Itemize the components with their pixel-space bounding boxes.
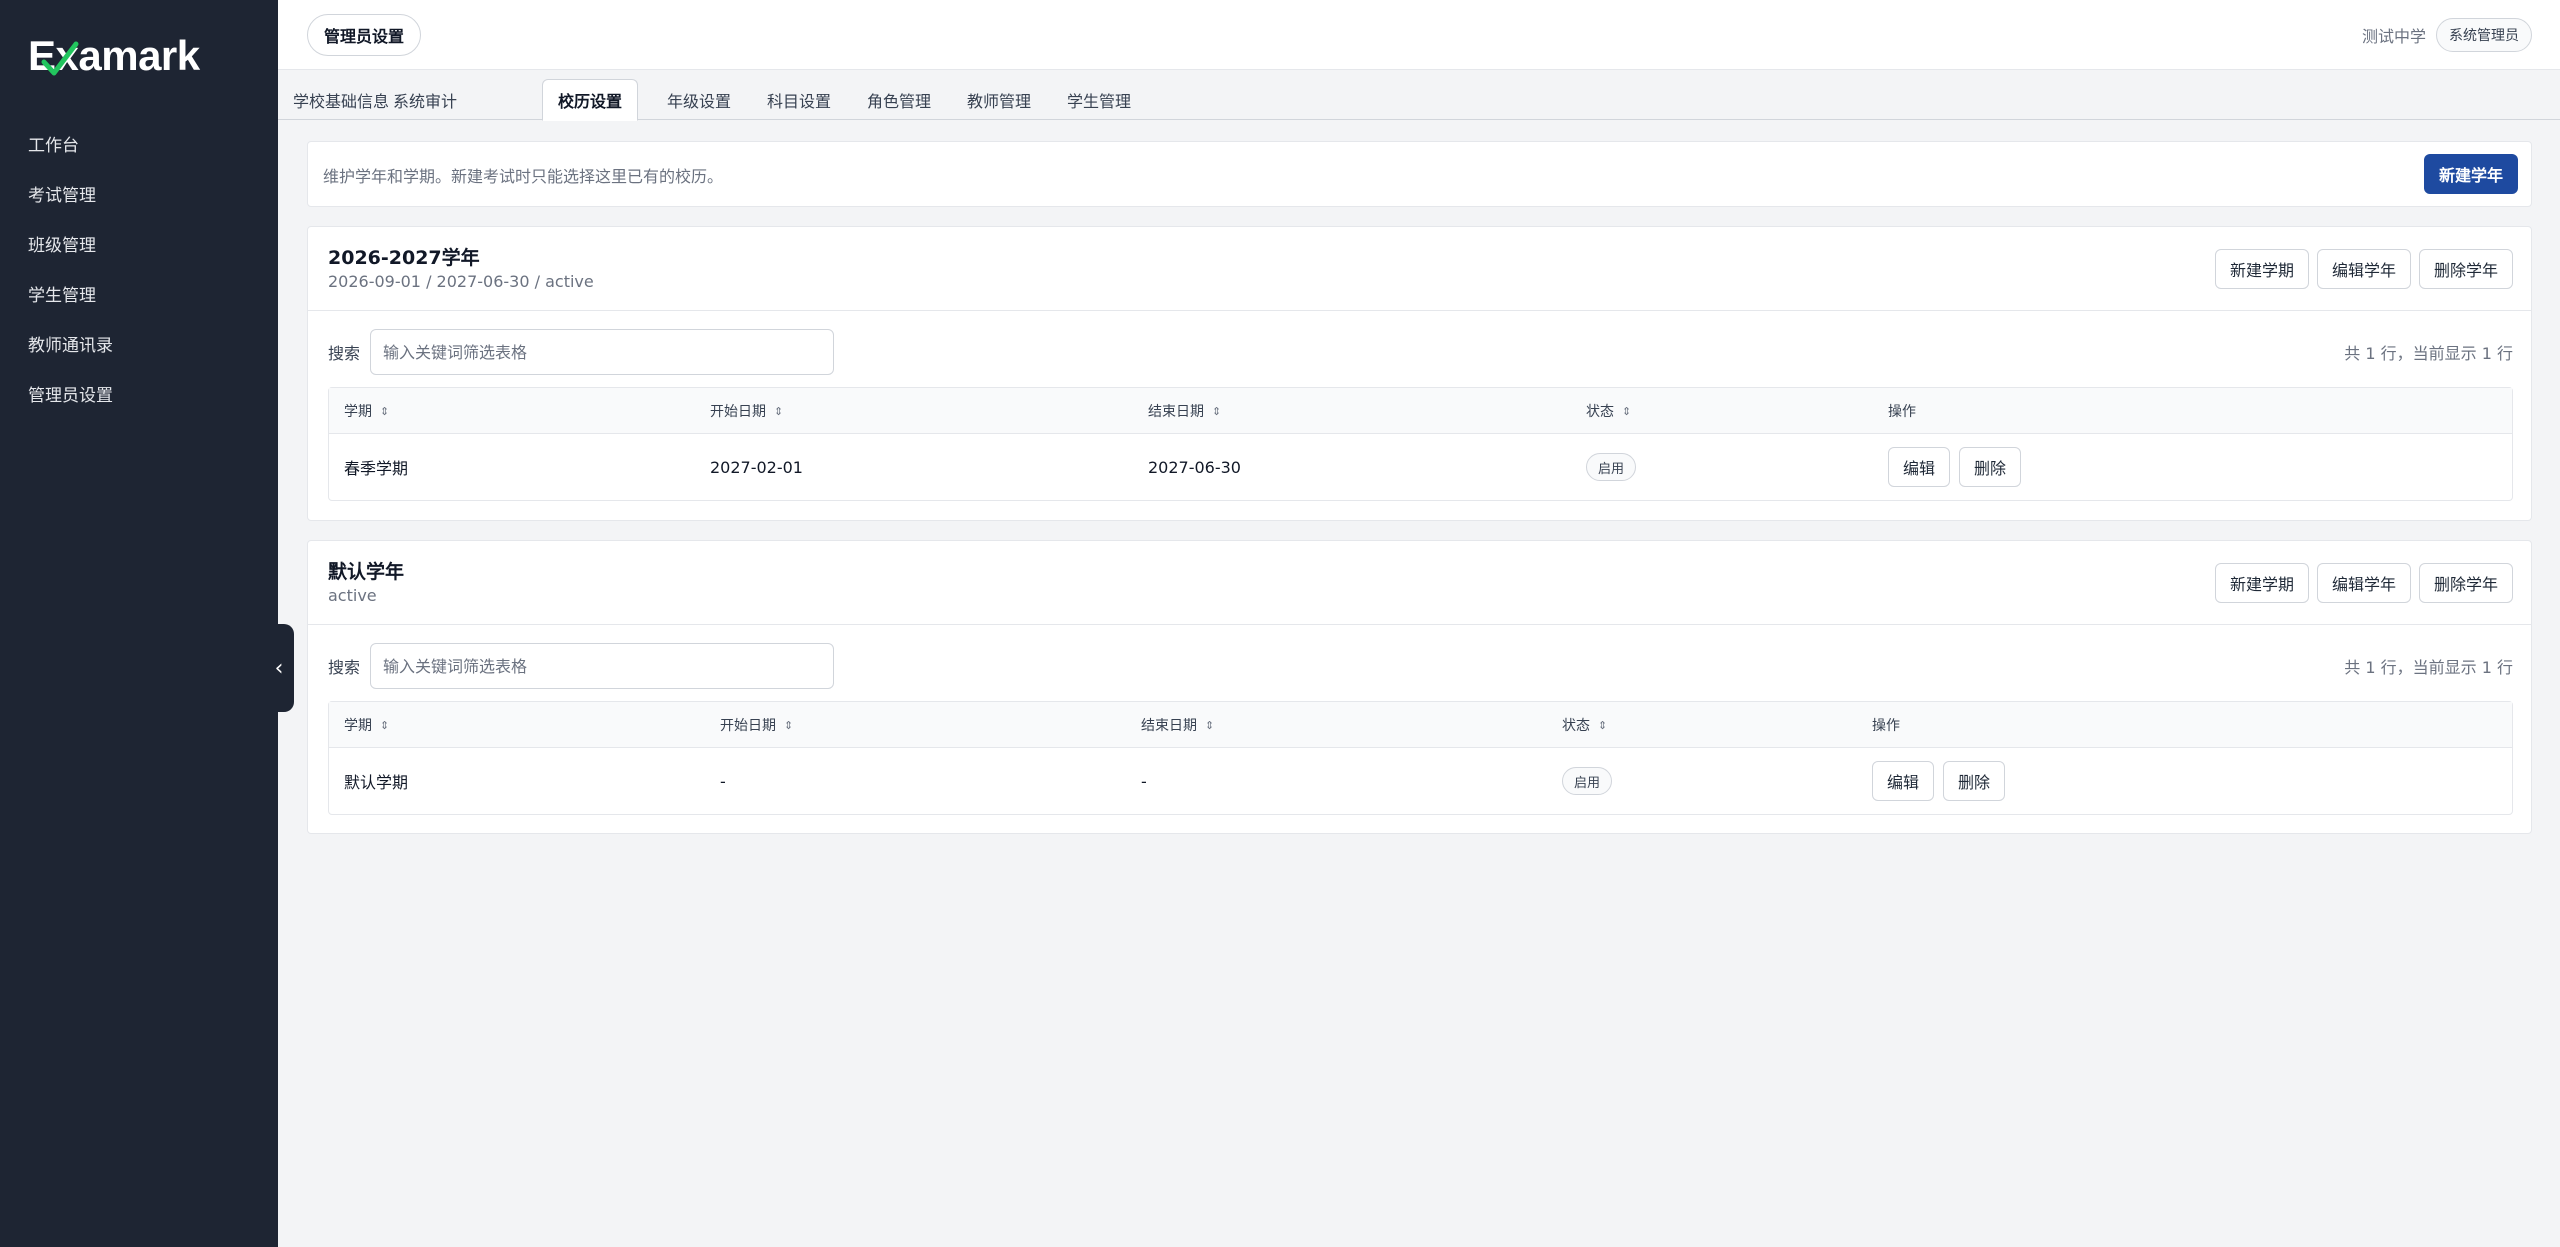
sidebar-item-classes[interactable]: 班级管理 [0,218,278,268]
year-title: 默认学年 [328,561,405,583]
sort-icon[interactable]: ⇕ [784,719,793,732]
column-term: 学期 ⇕ [344,718,390,734]
sidebar-item-students[interactable]: 学生管理 [0,268,278,318]
column-operations: 操作 [1888,404,1916,420]
sidebar-collapse-button[interactable]: ‹ [264,624,294,712]
sidebar-item-teacher-directory[interactable]: 教师通讯录 [0,318,278,368]
check-icon [41,41,79,76]
cell-start-date: - [720,771,726,791]
tab-system-audit[interactable]: 系统审计 [378,79,472,120]
calendar-info-bar: 维护学年和学期。新建考试时只能选择这里已有的校历。 新建学年 [307,141,2532,207]
sort-icon[interactable]: ⇕ [380,719,389,732]
sidebar-item-admin-settings[interactable]: 管理员设置 [0,368,278,418]
year-card: 默认学年 active 新建学期 编辑学年 删除学年 搜索 共 1 行，当前显示… [307,540,2532,834]
year-actions: 新建学期 编辑学年 删除学年 [2214,249,2513,289]
chevron-left-icon: ‹ [274,655,284,681]
year-subtitle: 2026-09-01 / 2027-06-30 / active [328,272,594,291]
column-operations: 操作 [1872,718,1900,734]
year-actions: 新建学期 编辑学年 删除学年 [2214,563,2513,603]
page-title: 管理员设置 [307,14,422,56]
sort-icon[interactable]: ⇕ [380,405,389,418]
sort-icon[interactable]: ⇕ [1212,405,1221,418]
tab-students[interactable]: 学生管理 [1052,79,1146,120]
cell-term: 默认学期 [344,773,409,792]
column-end-date: 结束日期 ⇕ [1148,404,1222,420]
sort-icon[interactable]: ⇕ [774,405,783,418]
table-search: 搜索 [328,643,835,689]
cell-start-date: 2027-02-01 [710,457,803,477]
delete-year-button[interactable]: 删除学年 [2418,563,2513,603]
sidebar-item-workbench[interactable]: 工作台 [0,118,278,168]
settings-tabs: 学校基础信息 系统审计 校历设置 年级设置 科目设置 角色管理 教师管理 学生管… [278,70,2560,121]
table-search: 搜索 [328,329,835,375]
sidebar: Examark 工作台 考试管理 班级管理 学生管理 教师通讯录 管理员设置 [0,0,278,1247]
year-subtitle: active [328,586,377,605]
edit-year-button[interactable]: 编辑学年 [2316,249,2411,289]
top-header: 管理员设置 测试中学 系统管理员 [278,0,2560,70]
delete-year-button[interactable]: 删除学年 [2418,249,2513,289]
sidebar-item-exams[interactable]: 考试管理 [0,168,278,218]
tab-subjects[interactable]: 科目设置 [752,79,846,120]
edit-year-button[interactable]: 编辑学年 [2316,563,2411,603]
search-label: 搜索 [328,344,361,363]
status-badge: 启用 [1562,767,1613,795]
cell-end-date: - [1141,771,1147,791]
search-input[interactable] [370,329,835,375]
role-badge[interactable]: 系统管理员 [2436,18,2532,52]
delete-term-button[interactable]: 删除 [1959,447,2022,487]
year-title: 2026-2027学年 [328,247,480,269]
tab-calendar[interactable]: 校历设置 [542,79,639,121]
column-end-date: 结束日期 ⇕ [1141,718,1215,734]
cell-operations: 编辑 删除 [1872,748,2006,814]
sort-icon[interactable]: ⇕ [1205,719,1214,732]
cell-operations: 编辑 删除 [1888,434,2022,500]
table-header: 学期 ⇕ 开始日期 ⇕ 结束日期 ⇕ 状态 ⇕ 操作 [329,388,2512,434]
cell-status: 启用 [1586,434,1637,500]
tab-roles[interactable]: 角色管理 [852,79,946,120]
tab-grades[interactable]: 年级设置 [652,79,746,120]
row-actions: 编辑 删除 [1872,761,2006,801]
cell-status: 启用 [1562,748,1613,814]
row-count: 共 1 行，当前显示 1 行 [2344,658,2513,677]
row-count: 共 1 行，当前显示 1 行 [2344,344,2513,363]
edit-term-button[interactable]: 编辑 [1888,447,1951,487]
status-badge: 启用 [1586,453,1637,481]
cell-end-date: 2027-06-30 [1148,457,1241,477]
terms-table: 学期 ⇕ 开始日期 ⇕ 结束日期 ⇕ 状态 ⇕ 操作 默认学期 - - 启用 编辑 删除 [328,701,2513,815]
new-term-button[interactable]: 新建学期 [2214,563,2309,603]
edit-term-button[interactable]: 编辑 [1872,761,1935,801]
sort-icon[interactable]: ⇕ [1622,405,1631,418]
new-term-button[interactable]: 新建学期 [2214,249,2309,289]
tab-teachers[interactable]: 教师管理 [952,79,1046,120]
column-start-date: 开始日期 ⇕ [720,718,794,734]
user-info: 测试中学 系统管理员 [2362,16,2532,54]
cell-term: 春季学期 [344,459,409,478]
new-year-button[interactable]: 新建学年 [2423,154,2518,194]
column-status: 状态 ⇕ [1562,718,1608,734]
brand-logo[interactable]: Examark [28,28,200,84]
table-row: 春季学期 2027-02-01 2027-06-30 启用 编辑 删除 [329,434,2512,500]
year-card: 2026-2027学年 2026-09-01 / 2027-06-30 / ac… [307,226,2532,521]
year-card-header: 2026-2027学年 2026-09-01 / 2027-06-30 / ac… [308,227,2531,311]
table-row: 默认学期 - - 启用 编辑 删除 [329,748,2512,814]
column-term: 学期 ⇕ [344,404,390,420]
terms-table: 学期 ⇕ 开始日期 ⇕ 结束日期 ⇕ 状态 ⇕ 操作 春季学期 2027-02-01 2… [328,387,2513,501]
year-card-header: 默认学年 active 新建学期 编辑学年 删除学年 [308,541,2531,625]
calendar-description: 维护学年和学期。新建考试时只能选择这里已有的校历。 [323,167,724,186]
delete-term-button[interactable]: 删除 [1943,761,2006,801]
school-name: 测试中学 [2361,27,2426,46]
search-label: 搜索 [328,658,361,677]
sidebar-nav: 工作台 考试管理 班级管理 学生管理 教师通讯录 管理员设置 [0,118,278,418]
search-input[interactable] [370,643,835,689]
sort-icon[interactable]: ⇕ [1598,719,1607,732]
column-start-date: 开始日期 ⇕ [710,404,784,420]
table-header: 学期 ⇕ 开始日期 ⇕ 结束日期 ⇕ 状态 ⇕ 操作 [329,702,2512,748]
column-status: 状态 ⇕ [1586,404,1632,420]
row-actions: 编辑 删除 [1888,447,2022,487]
